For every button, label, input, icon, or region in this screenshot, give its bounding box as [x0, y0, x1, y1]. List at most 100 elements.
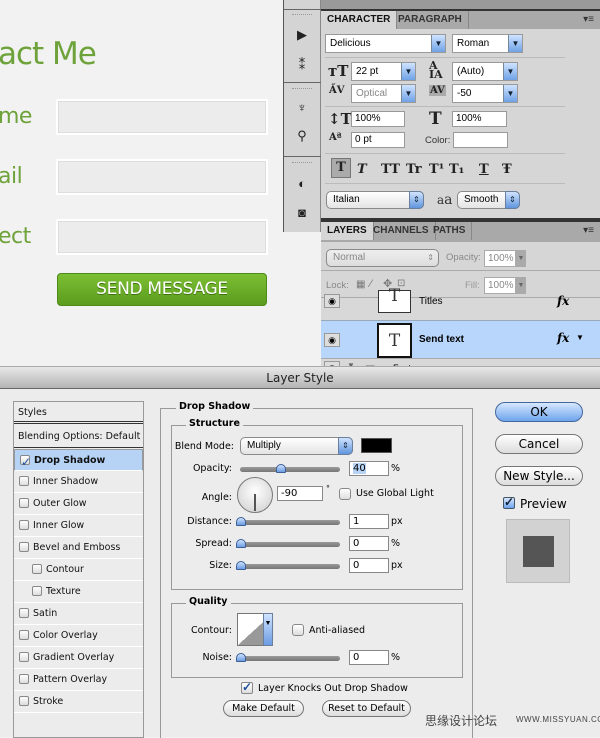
- font-style-select[interactable]: Roman ▼: [452, 34, 523, 53]
- knockout-checkbox[interactable]: ✓: [241, 681, 253, 694]
- style-item-gradient-overlay[interactable]: Gradient Overlay: [14, 647, 143, 669]
- style-item-bevel-and-emboss[interactable]: Bevel and Emboss: [14, 537, 143, 559]
- underline-button[interactable]: T: [479, 162, 489, 177]
- faux-bold-button[interactable]: T: [331, 158, 351, 178]
- superscript-button[interactable]: T¹: [429, 162, 444, 177]
- distance-input[interactable]: 1: [349, 514, 389, 529]
- opacity-input[interactable]: 100%: [484, 250, 516, 267]
- checkbox[interactable]: [19, 652, 29, 662]
- checkbox[interactable]: [19, 674, 29, 684]
- font-family-select[interactable]: Delicious ▼: [325, 34, 446, 53]
- noise-input[interactable]: 0: [349, 650, 389, 665]
- all-caps-button[interactable]: TT: [381, 162, 400, 177]
- strikethrough-button[interactable]: Ŧ: [502, 162, 512, 177]
- cancel-button[interactable]: Cancel: [495, 434, 583, 454]
- subscript-button[interactable]: T₁: [449, 162, 464, 177]
- shadow-blend-mode-select[interactable]: Multiply ⇕: [240, 437, 353, 455]
- make-default-button[interactable]: Make Default: [223, 700, 304, 717]
- tab-character[interactable]: CHARACTER: [321, 11, 398, 29]
- checkbox[interactable]: [19, 498, 29, 508]
- opacity-slider-track[interactable]: [240, 467, 340, 472]
- text-color-swatch[interactable]: [453, 132, 508, 148]
- tab-channels[interactable]: CHANNELS: [367, 222, 436, 240]
- lock-brush-icon[interactable]: ⁄: [370, 278, 372, 290]
- checkbox[interactable]: [19, 696, 29, 706]
- checkbox[interactable]: [19, 542, 29, 552]
- style-item-color-overlay[interactable]: Color Overlay: [14, 625, 143, 647]
- checkbox[interactable]: [19, 608, 29, 618]
- noise-slider-track[interactable]: [240, 656, 340, 661]
- blending-options-item[interactable]: Blending Options: Default: [14, 426, 143, 448]
- distance-slider-track[interactable]: [240, 520, 340, 525]
- antialias-select[interactable]: Smooth ⇕: [457, 191, 520, 209]
- play-icon[interactable]: ▶: [292, 25, 312, 45]
- layer-row-titles[interactable]: ◉ T Titles fx: [321, 288, 600, 320]
- angle-dial[interactable]: [237, 477, 273, 513]
- checkbox[interactable]: [19, 630, 29, 640]
- anti-aliased-checkbox[interactable]: [292, 624, 304, 636]
- tracking-select[interactable]: -50 ▼: [452, 84, 518, 103]
- checkbox[interactable]: [19, 476, 29, 486]
- panel-menu-icon[interactable]: ▾≡: [583, 225, 594, 236]
- tab-paragraph[interactable]: PARAGRAPH: [392, 11, 469, 29]
- adjustments-icon[interactable]: ◐: [292, 174, 312, 194]
- tab-paths[interactable]: PATHS: [427, 222, 473, 240]
- noise-slider-thumb[interactable]: [236, 653, 246, 662]
- style-item-satin[interactable]: Satin: [14, 603, 143, 625]
- style-item-outer-glow[interactable]: Outer Glow: [14, 493, 143, 515]
- kerning-select[interactable]: Optical ▼: [351, 84, 416, 103]
- baseline-shift-input[interactable]: 0 pt: [351, 132, 405, 148]
- email-input[interactable]: [58, 161, 266, 193]
- fx-icon[interactable]: fx: [557, 331, 569, 345]
- checkbox[interactable]: [20, 452, 31, 473]
- styles-header[interactable]: Styles: [14, 402, 143, 424]
- grip[interactable]: [292, 14, 312, 16]
- style-item-inner-glow[interactable]: Inner Glow: [14, 515, 143, 537]
- grip[interactable]: [292, 162, 312, 164]
- clone-source-icon[interactable]: ⚲: [292, 126, 312, 146]
- spread-input[interactable]: 0: [349, 536, 389, 551]
- checkbox[interactable]: [19, 520, 29, 530]
- distance-slider-thumb[interactable]: [236, 517, 246, 526]
- style-item-contour[interactable]: Contour: [14, 559, 143, 581]
- new-style-button[interactable]: New Style...: [495, 466, 583, 486]
- style-item-pattern-overlay[interactable]: Pattern Overlay: [14, 669, 143, 691]
- history-icon[interactable]: ⁑: [292, 55, 312, 75]
- subject-input[interactable]: [58, 221, 266, 253]
- tab-layers[interactable]: LAYERS: [321, 222, 374, 240]
- brushes-icon[interactable]: ♆: [292, 98, 312, 118]
- blend-mode-select[interactable]: Normal ⇕: [326, 249, 439, 267]
- style-item-texture[interactable]: Texture: [14, 581, 143, 603]
- mask-icon[interactable]: ◙: [292, 203, 312, 223]
- horizontal-scale-input[interactable]: 100%: [452, 111, 507, 127]
- vertical-scale-input[interactable]: 100%: [351, 111, 405, 127]
- angle-input[interactable]: -90: [277, 486, 323, 501]
- small-caps-button[interactable]: Tr: [406, 162, 422, 177]
- leading-select[interactable]: (Auto) ▼: [452, 62, 518, 81]
- spread-slider-track[interactable]: [240, 542, 340, 547]
- style-item-drop-shadow[interactable]: Drop Shadow: [14, 449, 143, 473]
- language-select[interactable]: Italian ⇕: [326, 191, 424, 209]
- send-message-button[interactable]: SEND MESSAGE: [57, 273, 267, 306]
- name-input[interactable]: [58, 101, 266, 133]
- expand-effects-icon[interactable]: ▼: [576, 333, 584, 342]
- size-slider-thumb[interactable]: [236, 561, 246, 570]
- panel-menu-icon[interactable]: ▾≡: [583, 14, 594, 25]
- style-item-stroke[interactable]: Stroke: [14, 691, 143, 713]
- eye-icon[interactable]: ◉: [324, 333, 340, 347]
- opacity-input[interactable]: 40: [349, 461, 389, 476]
- ok-button[interactable]: OK: [495, 402, 583, 422]
- chevron-down-icon[interactable]: ▼: [516, 250, 526, 267]
- fx-icon[interactable]: fx: [557, 294, 569, 308]
- faux-italic-button[interactable]: T: [357, 162, 367, 177]
- preview-checkbox[interactable]: ✓: [503, 496, 515, 509]
- checkbox[interactable]: [32, 586, 42, 596]
- checkbox[interactable]: [32, 564, 42, 574]
- contour-picker[interactable]: ▼: [237, 613, 273, 646]
- eye-icon[interactable]: ◉: [324, 294, 340, 308]
- size-input[interactable]: 0: [349, 558, 389, 573]
- layer-row-send-text[interactable]: ◉ T Send text fx ▼: [321, 320, 600, 358]
- font-size-select[interactable]: 22 pt ▼: [351, 62, 416, 81]
- spread-slider-thumb[interactable]: [236, 539, 246, 548]
- grip[interactable]: [292, 88, 312, 90]
